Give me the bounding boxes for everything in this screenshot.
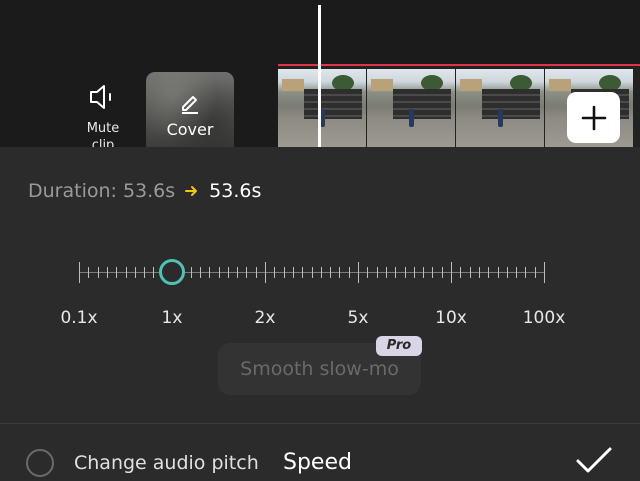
slider-minor-tick [199,267,201,278]
slider-minor-tick [469,267,471,278]
slider-major-tick [451,262,452,283]
slider-minor-tick [237,267,239,278]
slider-major-tick [544,262,545,283]
duration-new: 53.6s [209,179,262,202]
duration-row: Duration: 53.6s 53.6s [28,179,262,202]
slider-minor-tick [423,267,425,278]
slider-label[interactable]: 1x [162,308,183,328]
mute-clip-button[interactable]: Mute clip [70,80,136,153]
slider-minor-tick [116,267,118,278]
arrow-right-icon [185,180,199,202]
slider-minor-tick [190,267,192,278]
slider-minor-tick [255,267,257,278]
cover-label: Cover [166,120,214,139]
slider-minor-tick [302,267,304,278]
duration-original: 53.6s [122,179,176,202]
slider-minor-tick [534,267,536,278]
slider-minor-tick [395,267,397,278]
slider-minor-tick [506,267,508,278]
slider-minor-tick [311,267,313,278]
slider-minor-tick [460,267,462,278]
slider-minor-tick [134,267,136,278]
slider-minor-tick [497,267,499,278]
slider-minor-tick [320,267,322,278]
slider-minor-tick [376,267,378,278]
slider-minor-tick [274,267,276,278]
pencil-icon [182,96,198,114]
audio-pitch-checkbox[interactable] [26,449,54,477]
add-clip-button[interactable] [567,92,620,143]
slider-minor-tick [218,267,220,278]
slider-minor-tick [246,267,248,278]
slider-major-tick [358,262,359,283]
slider-minor-tick [413,267,415,278]
slider-minor-tick [385,267,387,278]
confirm-button[interactable] [574,445,614,477]
slider-minor-tick [292,267,294,278]
slider-minor-tick [516,267,518,278]
slider-minor-tick [348,267,350,278]
speed-panel: Duration: 53.6s 53.6s 0.1x 1x 2x 5x 10x 100x Sm… [0,147,640,477]
clip-thumbnail [367,69,455,147]
divider [0,423,640,424]
slider-minor-tick [88,267,90,278]
slider-minor-tick [488,267,490,278]
slider-minor-tick [97,267,99,278]
clip-thumbnail [278,69,366,147]
slider-minor-tick [432,267,434,278]
slider-minor-tick [441,267,443,278]
slider-minor-tick [144,267,146,278]
clip-thumbnail [456,69,544,147]
slider-label[interactable]: 100x [523,308,566,328]
slider-minor-tick [330,267,332,278]
pro-badge: Pro [376,336,422,356]
slider-minor-tick [478,267,480,278]
slider-label[interactable]: 0.1x [60,308,97,328]
playhead[interactable] [318,5,321,147]
slider-major-tick [265,262,266,283]
slider-label[interactable]: 2x [255,308,276,328]
slider-minor-tick [153,267,155,278]
panel-title: Speed [283,450,352,475]
speed-slider[interactable]: 0.1x 1x 2x 5x 10x 100x [0,252,640,328]
slider-minor-tick [106,267,108,278]
timeline-area: Mute clip Cover [0,0,640,153]
cover-button[interactable]: Cover [146,72,234,147]
slider-label[interactable]: 10x [435,308,467,328]
plus-icon [581,105,606,130]
slider-minor-tick [283,267,285,278]
slider-label[interactable]: 5x [348,308,369,328]
checkmark-icon [576,447,612,473]
slider-minor-tick [339,267,341,278]
slider-major-tick [79,262,80,283]
slider-minor-tick [125,267,127,278]
slider-minor-tick [525,267,527,278]
audio-pitch-label[interactable]: Change audio pitch [74,452,259,474]
duration-label: Duration: [28,179,117,202]
slider-minor-tick [404,267,406,278]
slider-minor-tick [227,267,229,278]
clip-top-border [278,64,640,66]
slider-minor-tick [367,267,369,278]
speaker-icon [90,85,111,109]
slider-minor-tick [209,267,211,278]
slider-thumb[interactable] [159,259,185,285]
